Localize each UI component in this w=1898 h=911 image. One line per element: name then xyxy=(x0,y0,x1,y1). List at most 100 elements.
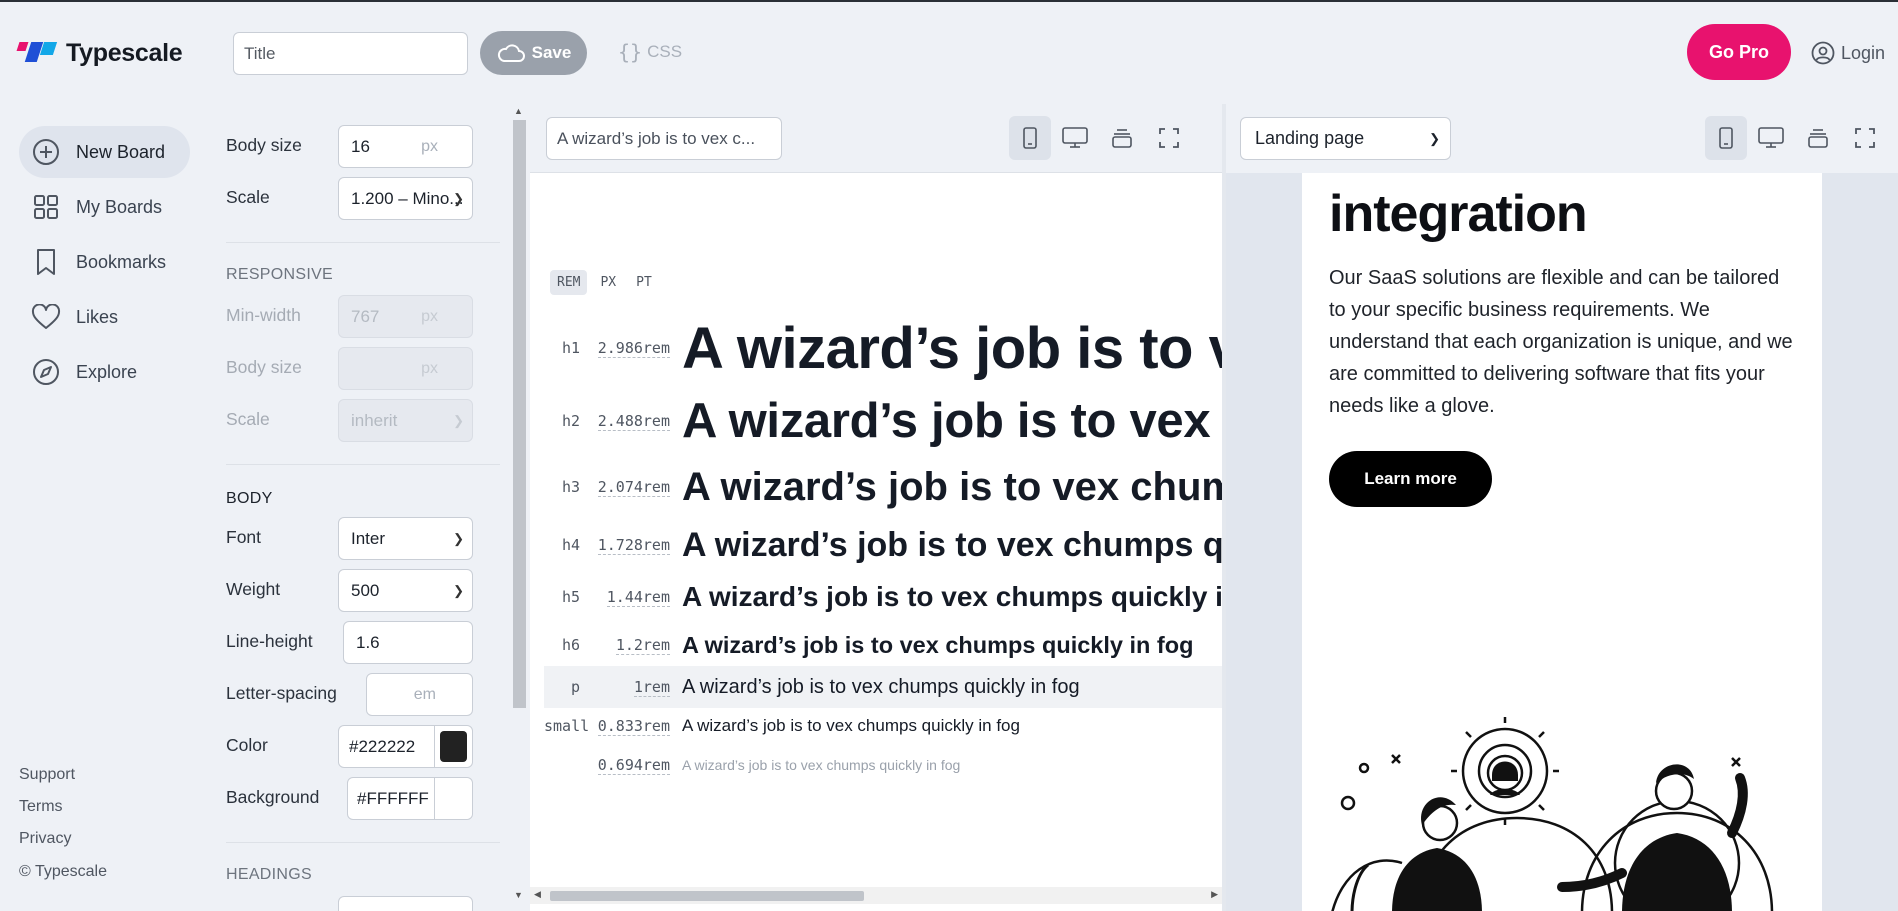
footer-support-link[interactable]: Support xyxy=(19,766,75,784)
cloud-icon xyxy=(497,44,525,62)
row-tag: p xyxy=(570,678,580,696)
unit-label: px xyxy=(421,137,438,155)
row-sample: A wizard’s job is to vex chumps quickly … xyxy=(682,716,1020,735)
scale-row-h5: h5 1.44rem A wizard’s job is to vex chum… xyxy=(544,579,1222,615)
row-tag: h4 xyxy=(561,536,580,554)
scale-select[interactable]: 1.200 – Mino... ❯ xyxy=(338,177,473,220)
scrollbar-thumb[interactable] xyxy=(550,891,864,901)
scrollbar-thumb[interactable] xyxy=(513,120,526,708)
row-tag: h2 xyxy=(561,412,580,430)
headings-field-partial[interactable] xyxy=(338,896,473,911)
footer-terms-link[interactable]: Terms xyxy=(19,798,63,816)
scale-row-h2: h2 2.488rem A wizard’s job is to vex chu… xyxy=(544,393,1222,449)
row-sample: A wizard’s job is to vex chumps quickly … xyxy=(682,315,1222,381)
letter-spacing-input[interactable]: em xyxy=(366,673,473,716)
weight-value: 500 xyxy=(351,580,380,600)
nav-my-boards[interactable]: My Boards xyxy=(19,181,190,233)
row-value: 0.694rem xyxy=(597,756,670,775)
scroll-up-arrow-icon[interactable]: ▲ xyxy=(514,106,523,116)
responsive-scale-select[interactable]: inherit ❯ xyxy=(338,399,473,442)
unit-tabs: REM PX PT xyxy=(550,270,659,295)
typescale-logo-icon xyxy=(16,38,60,68)
line-height-input[interactable]: 1.6 xyxy=(343,621,473,664)
template-select[interactable]: Landing page ❯ xyxy=(1240,117,1451,160)
desktop-view-button[interactable] xyxy=(1054,116,1096,160)
preview-horizontal-scrollbar[interactable]: ◀ ▶ xyxy=(530,887,1222,904)
scroll-left-arrow-icon[interactable]: ◀ xyxy=(534,889,541,900)
row-value: 2.986rem xyxy=(597,339,670,358)
mobile-view-button[interactable] xyxy=(1705,116,1747,160)
divider xyxy=(226,242,500,243)
css-button[interactable]: {} CSS xyxy=(618,40,682,64)
chevron-down-icon: ❯ xyxy=(1429,130,1440,146)
landing-heading: integration xyxy=(1329,185,1588,243)
landing-toolbar: Landing page ❯ xyxy=(1226,104,1898,173)
color-input[interactable]: #222222 xyxy=(338,725,473,768)
mobile-view-button[interactable] xyxy=(1009,116,1051,160)
row-value: 2.488rem xyxy=(597,412,670,431)
layers-button[interactable] xyxy=(1797,116,1839,160)
row-value: 1rem xyxy=(633,678,670,697)
responsive-heading: RESPONSIVE xyxy=(226,266,334,283)
tab-rem[interactable]: REM xyxy=(550,270,588,295)
logo[interactable]: Typescale xyxy=(16,38,183,68)
go-pro-button[interactable]: Go Pro xyxy=(1687,24,1791,80)
body-size-row: Body size 16 px xyxy=(226,125,500,168)
font-label: Font xyxy=(226,527,262,547)
login-button[interactable]: Login xyxy=(1811,41,1885,65)
tab-pt[interactable]: PT xyxy=(629,270,659,295)
weight-select[interactable]: 500 ❯ xyxy=(338,569,473,612)
template-select-value: Landing page xyxy=(1255,128,1365,148)
min-width-input[interactable]: 767 px xyxy=(338,295,473,338)
body-size-value: 16 xyxy=(351,136,370,156)
landing-paragraph: Our SaaS solutions are flexible and can … xyxy=(1329,267,1793,417)
nav-label: Explore xyxy=(76,361,138,382)
nav-new-board[interactable]: New Board xyxy=(19,126,190,178)
responsive-body-size-row: Body size px xyxy=(226,347,500,390)
color-value: #222222 xyxy=(349,736,416,756)
save-button[interactable]: Save xyxy=(480,31,587,75)
row-sample: A wizard’s job is to vex chumps quickly … xyxy=(682,525,1222,564)
letter-spacing-label: Letter-spacing xyxy=(226,683,337,703)
scale-label: Scale xyxy=(226,187,270,207)
row-value: 1.2rem xyxy=(615,636,670,655)
background-value: #FFFFFF xyxy=(357,788,429,808)
responsive-body-size-input[interactable]: px xyxy=(338,347,473,390)
nav-explore[interactable]: Explore xyxy=(19,346,190,398)
nav-likes[interactable]: Likes xyxy=(19,291,190,343)
scale-row-xsmall: 0.694rem A wizard’s job is to vex chumps… xyxy=(544,751,1222,779)
settings-scrollbar[interactable]: ▲ ▼ xyxy=(511,104,528,904)
settings-panel: Body size 16 px Scale 1.200 – Mino... ❯ … xyxy=(210,104,500,911)
fullscreen-button[interactable] xyxy=(1148,116,1190,160)
board-title-input[interactable] xyxy=(233,32,468,75)
row-tag: small xyxy=(544,717,590,735)
body-size-input[interactable]: 16 px xyxy=(338,125,473,168)
scroll-right-arrow-icon[interactable]: ▶ xyxy=(1211,889,1218,900)
nav-label: New Board xyxy=(76,141,166,162)
row-sample: A wizard’s job is to vex chumps quickly … xyxy=(682,631,1194,658)
background-label: Background xyxy=(226,787,320,807)
color-swatch[interactable] xyxy=(434,726,472,767)
layers-button[interactable] xyxy=(1101,116,1143,160)
nav-bookmarks[interactable]: Bookmarks xyxy=(19,236,190,288)
desktop-view-button[interactable] xyxy=(1750,116,1792,160)
font-select[interactable]: Inter ❯ xyxy=(338,517,473,560)
fullscreen-button[interactable] xyxy=(1844,116,1886,160)
scroll-down-arrow-icon[interactable]: ▼ xyxy=(514,890,523,900)
color-row: Color #222222 xyxy=(226,725,500,768)
responsive-scale-label: Scale xyxy=(226,409,270,429)
scale-row-p: p 1rem A wizard’s job is to vex chumps q… xyxy=(544,666,1222,708)
user-circle-icon xyxy=(1811,41,1835,65)
preview-text-input[interactable]: A wizard’s job is to vex c... xyxy=(546,117,782,160)
font-value: Inter xyxy=(351,528,386,548)
background-swatch[interactable] xyxy=(434,778,472,819)
learn-more-button[interactable]: Learn more xyxy=(1329,451,1492,507)
footer-privacy-link[interactable]: Privacy xyxy=(19,830,71,848)
tab-px[interactable]: PX xyxy=(593,270,623,295)
css-label: CSS xyxy=(647,42,683,61)
background-input[interactable]: #FFFFFF xyxy=(347,777,473,820)
responsive-scale-value: inherit xyxy=(351,410,398,430)
scale-row-h4: h4 1.728rem A wizard’s job is to vex chu… xyxy=(544,524,1222,566)
compass-icon xyxy=(28,354,64,390)
layers-icon xyxy=(1112,129,1132,148)
